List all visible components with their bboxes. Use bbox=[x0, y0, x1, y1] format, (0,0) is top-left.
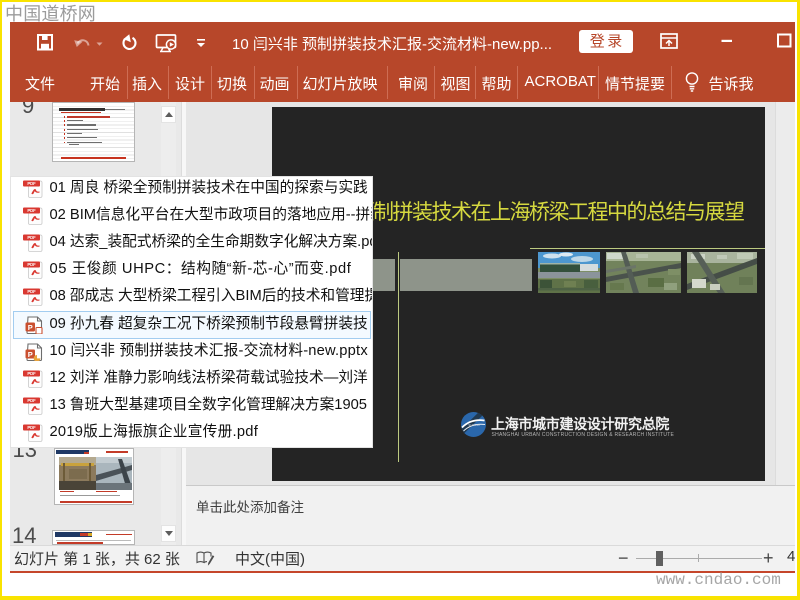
svg-text:PDF: PDF bbox=[27, 425, 36, 430]
svg-text:PDF: PDF bbox=[27, 208, 36, 213]
svg-text:PDF: PDF bbox=[27, 398, 36, 403]
svg-text:PDF: PDF bbox=[27, 371, 36, 376]
svg-text:P: P bbox=[27, 350, 32, 359]
svg-text:PDF: PDF bbox=[27, 289, 36, 294]
svg-text:PDF: PDF bbox=[27, 235, 36, 240]
svg-text:SUCDRI: SUCDRI bbox=[468, 423, 480, 427]
svg-text:PDF: PDF bbox=[27, 262, 36, 267]
svg-text:P: P bbox=[27, 323, 32, 332]
svg-text:PDF: PDF bbox=[27, 181, 36, 186]
